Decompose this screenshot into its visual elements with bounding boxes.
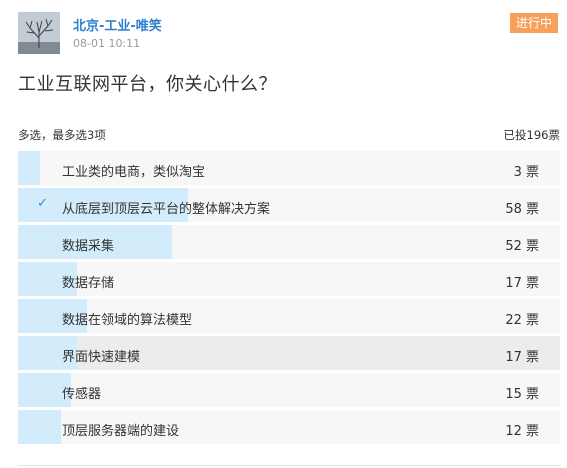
option-label: 传感器 [62, 387, 102, 402]
option-label: 界面快速建模 [62, 350, 141, 365]
poll-rule: 多选，最多选3项 [18, 128, 106, 142]
option-label: 数据采集 [62, 239, 115, 254]
vote-bar [18, 151, 40, 185]
poll-option[interactable]: 数据采集 52 票 [18, 225, 560, 259]
option-votes: 12 票 [505, 424, 539, 439]
post-time: 08-01 10:11 [73, 37, 141, 50]
poll-option[interactable]: 数据在领域的算法模型 22 票 [18, 299, 560, 333]
option-votes: 22 票 [505, 313, 539, 328]
option-label: 数据存储 [62, 276, 115, 291]
poll-option[interactable]: 界面快速建模 17 票 [18, 336, 560, 370]
option-label: 顶层服务器端的建设 [62, 424, 180, 439]
status-badge: 进行中 [509, 13, 558, 33]
option-label: 从底层到顶层云平台的整体解决方案 [62, 202, 271, 217]
post-header: 北京-工业-唯笑 08-01 10:11 进行中 [18, 12, 558, 56]
option-label: 数据在领域的算法模型 [62, 313, 193, 328]
option-votes: 52 票 [505, 239, 539, 254]
option-votes: 17 票 [505, 276, 539, 291]
option-label: 工业类的电商，类似淘宝 [62, 165, 206, 180]
poll-option[interactable]: 顶层服务器端的建设 12 票 [18, 410, 560, 444]
total-votes: 已投196票 [503, 128, 560, 142]
poll-option[interactable]: ✓ 从底层到顶层云平台的整体解决方案 58 票 [18, 188, 560, 222]
option-votes: 3 票 [513, 165, 539, 180]
option-votes: 58 票 [505, 202, 539, 217]
poll-options: 工业类的电商，类似淘宝 3 票 ✓ 从底层到顶层云平台的整体解决方案 58 票 … [18, 151, 560, 447]
checkmark-icon: ✓ [37, 196, 48, 211]
poll-option[interactable]: 工业类的电商，类似淘宝 3 票 [18, 151, 560, 185]
tree-landscape-photo [18, 12, 60, 54]
poll-question: 工业互联网平台，你关心什么？ [18, 74, 277, 95]
option-votes: 17 票 [505, 350, 539, 365]
poll-option[interactable]: 数据存储 17 票 [18, 262, 560, 296]
divider [18, 465, 560, 466]
author-name[interactable]: 北京-工业-唯笑 [73, 15, 162, 34]
avatar[interactable] [18, 12, 60, 54]
poll-option[interactable]: 传感器 15 票 [18, 373, 560, 407]
vote-bar [18, 410, 61, 444]
option-votes: 15 票 [505, 387, 539, 402]
